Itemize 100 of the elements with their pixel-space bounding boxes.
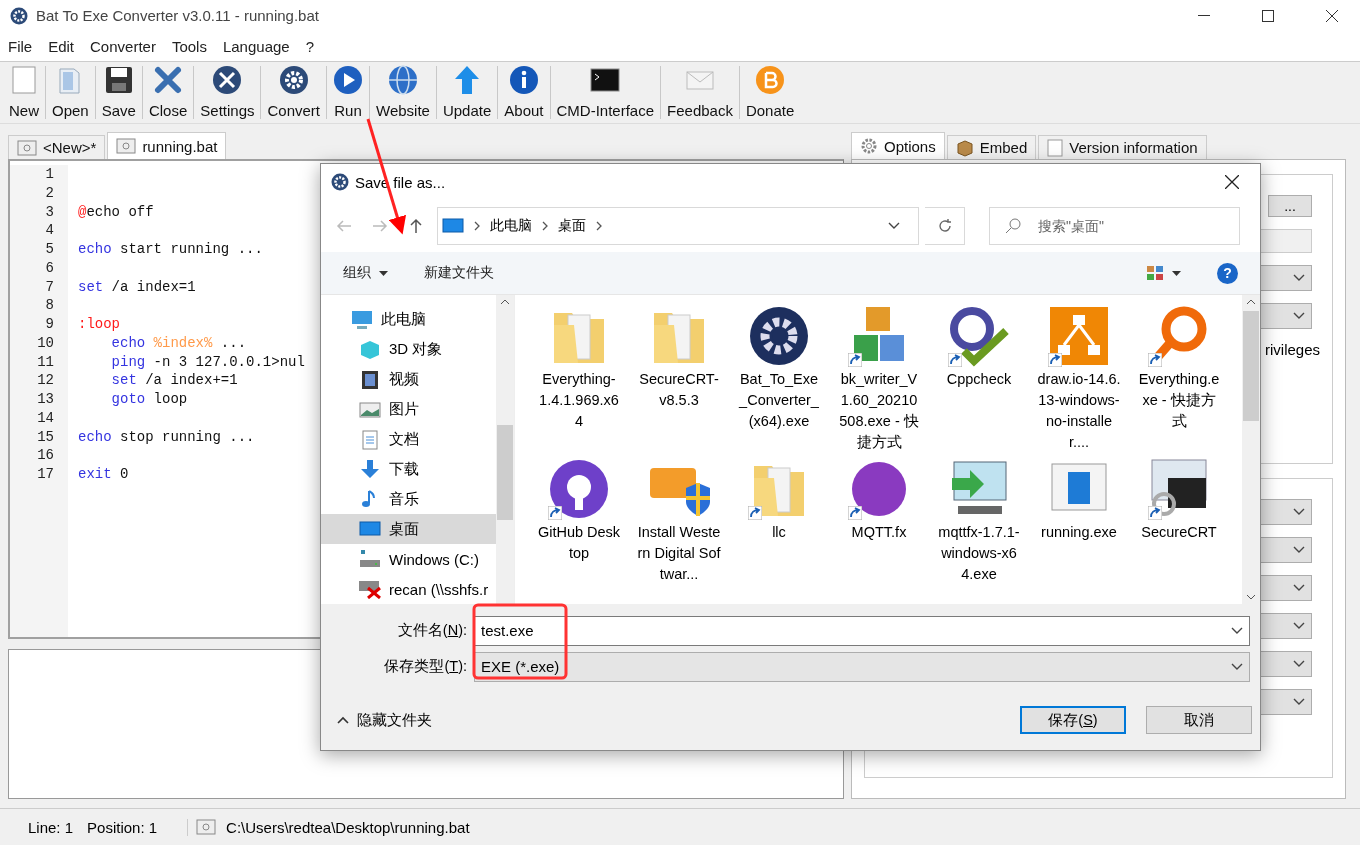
options-tab[interactable]: Embed [946,135,1037,159]
menu-item[interactable]: Tools [163,37,215,55]
film-icon [359,369,381,390]
file-name[interactable]: Cppcheck [937,369,1021,390]
view-grid-icon [1146,265,1164,281]
caret-icon [1231,626,1243,635]
toolbar-button[interactable]: Donate [740,64,800,121]
line-number: 4 [45,221,54,240]
gear-icon [860,137,878,155]
filename-field[interactable]: test.exe [474,615,1250,646]
caret-icon [1293,698,1305,706]
nav-item[interactable]: 桌面 [321,514,496,545]
cube-icon [359,339,381,360]
line-number: 5 [45,240,54,259]
nav-item[interactable]: recan (\\sshfs.r [321,574,496,605]
view-button[interactable] [1146,265,1181,281]
new-folder-button[interactable]: 新建文件夹 [424,264,494,282]
file-name[interactable]: Everything.exe - 快捷方式 [1137,369,1221,432]
field-label: 文件名(N): [396,621,468,640]
toolbar-button[interactable]: Website [371,64,435,121]
monitor-icon [442,216,464,236]
dialog-button[interactable]: 取消 [1146,706,1252,734]
options-tab[interactable]: Version information [1038,135,1207,159]
code-line: echo stop running ... [78,427,256,447]
menu-item[interactable]: ? [297,37,322,55]
file-name[interactable]: MQTT.fx [837,522,921,543]
file-name[interactable]: SecureCRT [1137,522,1221,543]
filetype-select[interactable]: EXE (*.exe) [474,651,1250,682]
menu-item[interactable]: Edit [40,37,83,55]
file-name[interactable]: bk_writer_V1.60_20210508.exe - 快捷方式 [837,369,921,453]
globe-icon [387,65,418,95]
scrollbar[interactable] [496,295,514,604]
address-bar[interactable]: 此电脑 桌面 [437,207,919,245]
status-position: Position: 1 [87,818,158,836]
file-name[interactable]: mqttfx-1.7.1-windows-x64.exe [937,522,1021,585]
nav-item[interactable]: 图片 [321,394,496,425]
nav-item[interactable]: 视频 [321,364,496,395]
toolbar-button[interactable]: Close [143,64,193,121]
search-icon [1005,218,1021,234]
up-arrow-icon [409,218,423,234]
caret-icon [1293,584,1305,592]
toolbar-button[interactable]: Run [328,64,368,121]
toolbar-button[interactable]: CMD-Interface [551,64,660,121]
refresh-button[interactable] [925,207,965,245]
page-icon [1047,138,1064,157]
file-name[interactable]: Everything-1.4.1.969.x64 [537,369,621,432]
drive-icon [359,549,381,570]
line-number: 3 [45,202,54,222]
nav-item[interactable]: Windows (C:) [321,544,496,575]
breadcrumb-item[interactable]: 桌面 [558,217,586,235]
file-name[interactable]: draw.io-14.6.13-windows-no-installer.... [1037,369,1121,453]
help-button[interactable]: ? [1217,262,1238,284]
hide-folders-button[interactable]: 隐藏文件夹 [337,710,1000,730]
menu-item[interactable]: File [0,37,41,55]
refresh-icon [936,218,953,234]
menu-item[interactable]: Converter [82,37,164,55]
disconnected-drive-icon [359,579,381,600]
line-number: 11 [37,352,54,372]
monitor-icon [351,309,373,330]
file-name[interactable]: running.exe [1037,522,1121,543]
nav-item[interactable]: 此电脑 [321,305,496,335]
nav-item[interactable]: 下载 [321,454,496,485]
line-number: 8 [45,296,54,315]
organize-button[interactable]: 组织 [343,264,388,282]
menu-item[interactable]: Language [214,37,298,55]
caret-icon [888,222,900,230]
close-icon [1326,9,1338,22]
toolbar-button[interactable]: Save [96,64,141,121]
file-name[interactable]: GitHub Desktop [537,522,621,564]
maximize-icon [1262,9,1274,22]
nav-item[interactable]: 文档 [321,424,496,455]
scrollbar[interactable] [1242,295,1260,604]
editor-tab[interactable]: <New>* [8,135,106,159]
browse-button[interactable]: ... [1268,195,1312,217]
toolbar-button[interactable]: Open [47,64,94,121]
toolbar-button[interactable]: Settings [195,64,260,121]
file-name[interactable]: llc [737,522,821,543]
toolbar-button[interactable]: New [4,64,44,121]
breadcrumb-item[interactable]: 此电脑 [490,217,532,235]
play-icon [333,65,363,95]
line-number: 14 [37,408,54,428]
wrench-icon [212,65,243,95]
file-name[interactable]: SecureCRT-v8.5.3 [637,369,721,411]
dropdown-triangle-icon [379,270,388,276]
nav-item[interactable]: 音乐 [321,484,496,515]
file-name[interactable]: Install Western Digital Softwar... [637,522,721,585]
toolbar-button[interactable]: Convert [262,64,325,121]
toolbar-button[interactable]: Update [437,64,497,121]
caret-icon [1293,660,1305,668]
dialog-button[interactable]: 保存(S) [1020,706,1126,734]
search-field[interactable]: 搜索"桌面" [989,207,1240,245]
toolbar-button[interactable]: About [499,64,549,121]
options-tab[interactable]: Options [851,132,945,159]
toolbar-button[interactable]: Feedback [662,64,738,121]
code-line: set /a index+=1 [110,371,239,390]
file-name[interactable]: Bat_To_Exe_Converter_(x64).exe [737,369,821,432]
box-icon [955,138,974,157]
nav-item[interactable]: 3D 对象 [321,334,496,365]
back-arrow-icon [336,219,352,233]
editor-tab[interactable]: running.bat [107,132,227,159]
